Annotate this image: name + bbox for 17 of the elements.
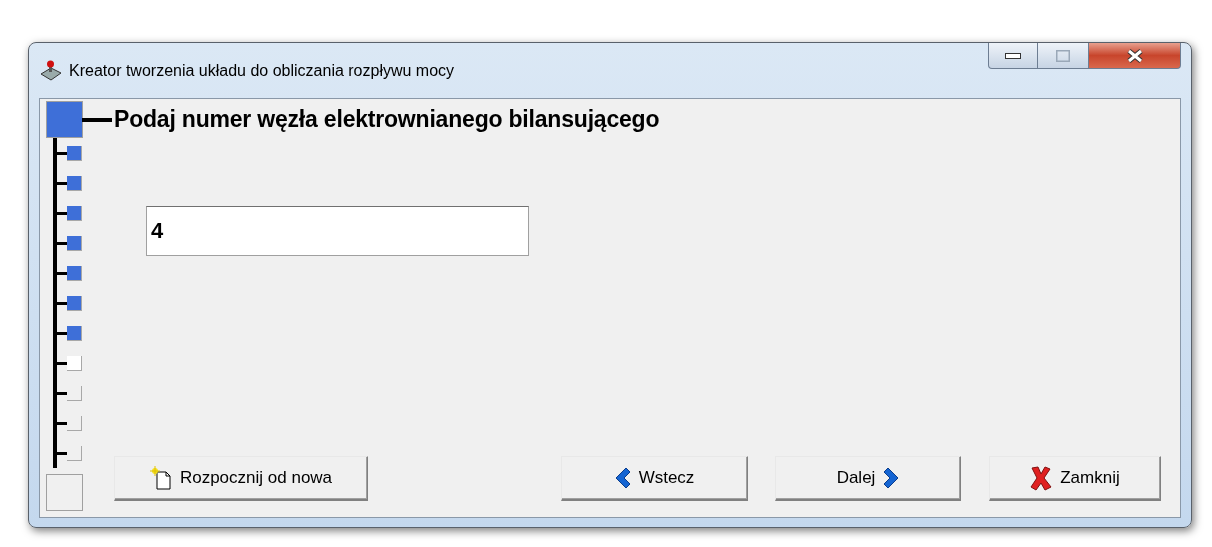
right-chevron-icon [883, 467, 900, 489]
input-field[interactable]: 4 [146, 206, 529, 256]
maximize-icon [1056, 49, 1070, 62]
minimize-icon [1005, 52, 1021, 59]
prompt-text: Podaj numer węzła elektrownianego bilansującego [113, 105, 660, 135]
cross-icon [1030, 465, 1053, 491]
close-icon [1126, 48, 1143, 63]
joystick-icon [39, 59, 63, 82]
new-document-icon [149, 466, 172, 490]
new-button[interactable]: Rozpocznij od nowa [114, 456, 368, 501]
window-title: Kreator tworzenia układu do obliczania rozpływu mocy [69, 60, 455, 81]
left-chevron-icon [614, 467, 631, 489]
close-button[interactable] [1089, 43, 1181, 69]
back-button[interactable]: Wstecz [561, 456, 748, 501]
minimize-button[interactable] [988, 43, 1038, 69]
close-button[interactable]: Zamknij [989, 456, 1161, 501]
next-button[interactable]: Dalej [775, 456, 961, 501]
